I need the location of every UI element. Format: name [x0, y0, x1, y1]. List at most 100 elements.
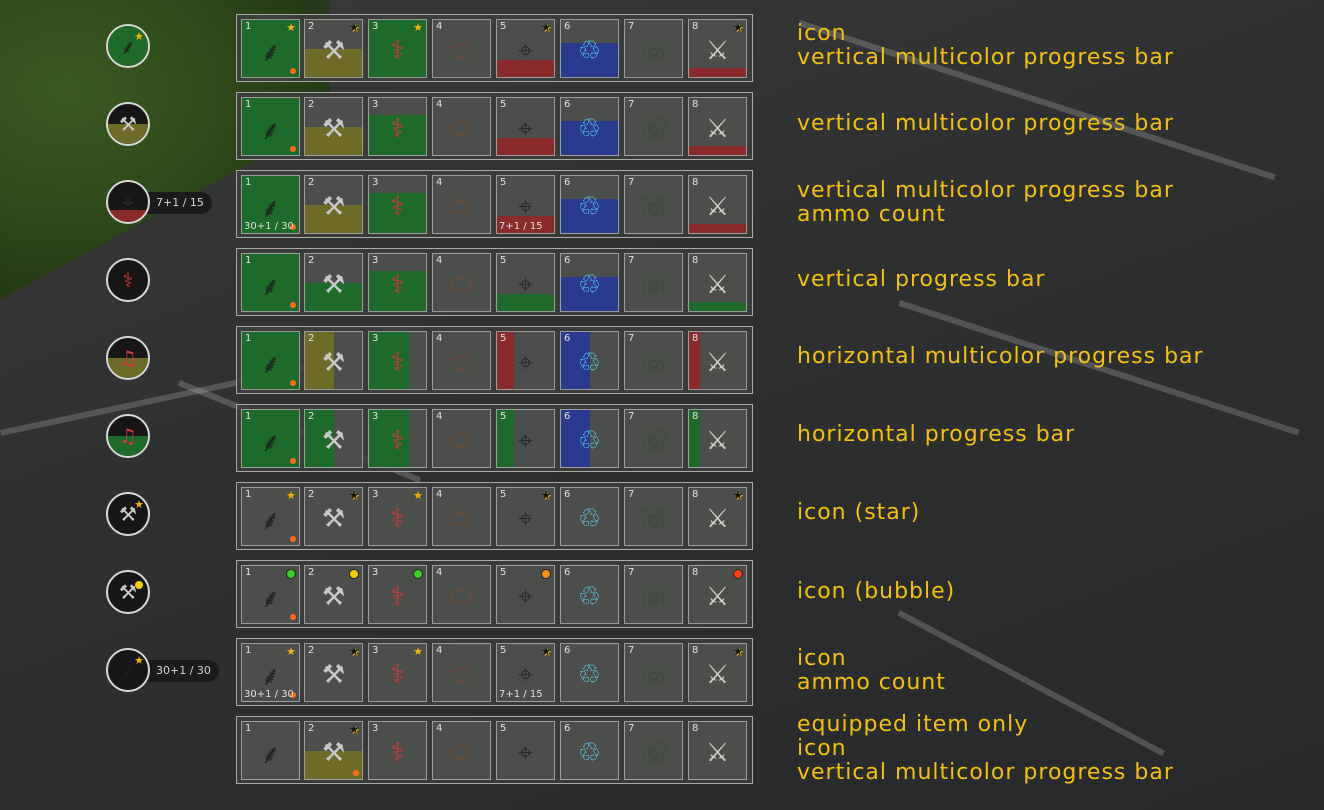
hotbar-slot-1[interactable]: 1 ⸙ ★ [241, 487, 300, 546]
hotbar-slot-3[interactable]: 3 ⚕ [368, 175, 427, 234]
hotbar-slot-5[interactable]: 5 ⌖ ★ 7+1 / 15 [496, 643, 555, 702]
hotbar-slot-4[interactable]: 4 ⬭ [432, 175, 491, 234]
hotbar-slot-8[interactable]: 8 ⚔ [688, 253, 747, 312]
hotbar-slot-8[interactable]: 8 ⚔ [688, 331, 747, 390]
belt-icon: ⬭ [450, 659, 473, 690]
hotbar-slot-8[interactable]: 8 ⚔ [688, 409, 747, 468]
hotbar-slot-2[interactable]: 2 ⚒ [304, 175, 363, 234]
hotbar-slot-3[interactable]: 3 ⚕ [368, 409, 427, 468]
hotbar-slot-7[interactable]: 7 ☏ [624, 643, 683, 702]
hotbar-slot-3[interactable]: 3 ⚕ [368, 97, 427, 156]
hotbar-slot-1[interactable]: 1 ⸙ [241, 721, 300, 780]
hotbar-slot-4[interactable]: 4 ⬭ [432, 409, 491, 468]
hotbar-slot-5[interactable]: 5 ⌖ ★ [496, 19, 555, 78]
hotbar-slot-2[interactable]: 2 ⚒ ★ [304, 19, 363, 78]
hotbar-slot-1[interactable]: 1 ⸙ [241, 409, 300, 468]
hotbar-slot-1[interactable]: 1 ⸙ [241, 565, 300, 624]
hotbar-slot-5[interactable]: 5 ⌖ ★ [496, 487, 555, 546]
equipped-item-indicator[interactable]: ⸙ ★ [106, 648, 150, 692]
knife-icon: ⚔ [705, 738, 730, 768]
hotbar-slot-6[interactable]: 6 ♲ [560, 721, 619, 780]
hotbar-slot-4[interactable]: 4 ⬭ [432, 643, 491, 702]
hotbar-slot-7[interactable]: 7 ☏ [624, 565, 683, 624]
hotbar-slot-2[interactable]: 2 ⚒ ★ [304, 487, 363, 546]
hotbar-slot-2[interactable]: 2 ⚒ [304, 565, 363, 624]
hotbar-slot-1[interactable]: 1 ⸙ [241, 97, 300, 156]
hotbar-slot-5[interactable]: 5 ⌖ [496, 253, 555, 312]
hotbar-slot-2[interactable]: 2 ⚒ ★ [304, 643, 363, 702]
hotbar-slot-6[interactable]: 6 ♲ [560, 331, 619, 390]
hotbar-slot-8[interactable]: 8 ⚔ [688, 721, 747, 780]
equipped-item-indicator[interactable]: ⚒ [106, 570, 150, 614]
equipped-item-indicator[interactable]: ♫ [106, 336, 150, 380]
hotbar-slot-7[interactable]: 7 ☏ [624, 409, 683, 468]
equipped-item-indicator[interactable]: ⸙ ★ [106, 24, 150, 68]
hotbar-slot-2[interactable]: 2 ⚒ [304, 409, 363, 468]
equipped-item-indicator[interactable]: ⚕ [106, 258, 150, 302]
hotbar-row: 30+1 / 30 ⸙ ★ 1 ⸙ ★ 30+1 / 30 2 ⚒ ★ 3 ⚕ ★ 4 ⬭ 5 ⌖ ★ 7+1 / … [0, 638, 1324, 708]
hotbar-slot-7[interactable]: 7 ☏ [624, 97, 683, 156]
hotbar-slot-3[interactable]: 3 ⚕ ★ [368, 19, 427, 78]
hotbar-slot-5[interactable]: 5 ⌖ [496, 565, 555, 624]
hotbar-slot-3[interactable]: 3 ⚕ ★ [368, 487, 427, 546]
hotbar-slot-5[interactable]: 5 ⌖ [496, 721, 555, 780]
hotbar-slot-7[interactable]: 7 ☏ [624, 721, 683, 780]
hotbar-slot-4[interactable]: 4 ⬭ [432, 565, 491, 624]
hotbar-slot-3[interactable]: 3 ⚕ [368, 721, 427, 780]
hotbar-slot-1[interactable]: 1 ⸙ [241, 331, 300, 390]
hotbar-slot-2[interactable]: 2 ⚒ [304, 97, 363, 156]
equipped-item-indicator[interactable]: ♫ [106, 414, 150, 458]
hotbar-slot-6[interactable]: 6 ♲ [560, 175, 619, 234]
pistol-icon: ⌖ [518, 581, 533, 612]
hotbar-slot-4[interactable]: 4 ⬭ [432, 721, 491, 780]
hotbar-slot-4[interactable]: 4 ⬭ [432, 19, 491, 78]
star-icon: ★ [349, 21, 359, 34]
equipped-item-indicator[interactable]: ⌖ [106, 180, 150, 224]
hotbar-slot-8[interactable]: 8 ⚔ ★ [688, 643, 747, 702]
mode-label: horizontal multicolor progress bar [797, 344, 1204, 369]
hotbar-slot-2[interactable]: 2 ⚒ ★ [304, 721, 363, 780]
hotbar-slot-6[interactable]: 6 ♲ [560, 409, 619, 468]
hotbar-slot-7[interactable]: 7 ☏ [624, 253, 683, 312]
pipe-wrench-icon: ⚕ [390, 270, 405, 300]
hotbar-slot-6[interactable]: 6 ♲ [560, 487, 619, 546]
belt-icon: ⬭ [450, 425, 473, 456]
hotbar-slot-1[interactable]: 1 ⸙ [241, 253, 300, 312]
hotbar-slot-1[interactable]: 1 ⸙ ★ [241, 19, 300, 78]
hotbar-slot-8[interactable]: 8 ⚔ [688, 565, 747, 624]
hotbar-slot-6[interactable]: 6 ♲ [560, 565, 619, 624]
equipped-item-indicator[interactable]: ⚒ ★ [106, 492, 150, 536]
hotbar-slot-4[interactable]: 4 ⬭ [432, 487, 491, 546]
hotbar-slot-4[interactable]: 4 ⬭ [432, 97, 491, 156]
hotbar: 1 ⸙ 2 ⚒ ★ 3 ⚕ 4 ⬭ 5 ⌖ 6 ♲ 7 ☏ 8 ⚔ [236, 716, 753, 784]
hotbar-slot-6[interactable]: 6 ♲ [560, 253, 619, 312]
hotbar-slot-3[interactable]: 3 ⚕ [368, 253, 427, 312]
hotbar-slot-1[interactable]: 1 ⸙ ★ 30+1 / 30 [241, 643, 300, 702]
hotbar-slot-3[interactable]: 3 ⚕ [368, 331, 427, 390]
hotbar-slot-6[interactable]: 6 ♲ [560, 643, 619, 702]
hotbar-slot-8[interactable]: 8 ⚔ ★ [688, 487, 747, 546]
equipped-item-indicator[interactable]: ⚒ [106, 102, 150, 146]
hotbar-slot-4[interactable]: 4 ⬭ [432, 331, 491, 390]
equipped-dot-icon [290, 458, 296, 464]
hotbar-slot-7[interactable]: 7 ☏ [624, 487, 683, 546]
hotbar-slot-8[interactable]: 8 ⚔ [688, 175, 747, 234]
hotbar-slot-3[interactable]: 3 ⚕ [368, 565, 427, 624]
hotbar-slot-7[interactable]: 7 ☏ [624, 19, 683, 78]
hotbar-slot-5[interactable]: 5 ⌖ [496, 97, 555, 156]
hotbar-slot-5[interactable]: 5 ⌖ [496, 409, 555, 468]
hotbar-slot-4[interactable]: 4 ⬭ [432, 253, 491, 312]
hotbar: 1 ⸙ ★ 2 ⚒ ★ 3 ⚕ ★ 4 ⬭ 5 ⌖ ★ 6 ♲ 7 ☏ 8 ⚔ ★ [236, 482, 753, 550]
hotbar-slot-8[interactable]: 8 ⚔ ★ [688, 19, 747, 78]
hotbar-slot-7[interactable]: 7 ☏ [624, 331, 683, 390]
hotbar-slot-1[interactable]: 1 ⸙ 30+1 / 30 [241, 175, 300, 234]
hotbar-slot-2[interactable]: 2 ⚒ [304, 331, 363, 390]
hotbar-slot-2[interactable]: 2 ⚒ [304, 253, 363, 312]
hotbar-slot-6[interactable]: 6 ♲ [560, 19, 619, 78]
hotbar-slot-3[interactable]: 3 ⚕ ★ [368, 643, 427, 702]
hotbar-slot-5[interactable]: 5 ⌖ [496, 331, 555, 390]
hotbar-slot-7[interactable]: 7 ☏ [624, 175, 683, 234]
hotbar-slot-6[interactable]: 6 ♲ [560, 97, 619, 156]
hotbar-slot-5[interactable]: 5 ⌖ 7+1 / 15 [496, 175, 555, 234]
hotbar-slot-8[interactable]: 8 ⚔ [688, 97, 747, 156]
